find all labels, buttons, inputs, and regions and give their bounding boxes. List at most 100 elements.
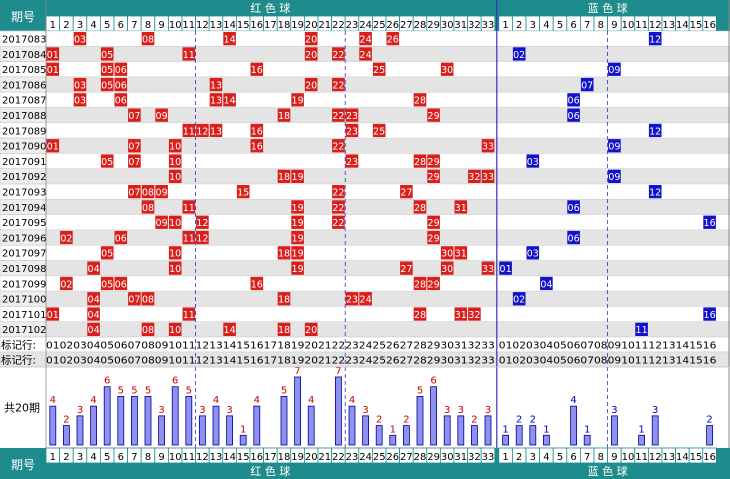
blue-number-header-footer: 2 bbox=[516, 452, 522, 463]
red-ball-number: 03 bbox=[74, 35, 86, 46]
red-frequency-label: 4 bbox=[90, 395, 96, 406]
red-frequency-bar bbox=[402, 425, 410, 446]
red-ball-number: 16 bbox=[251, 65, 263, 76]
red-ball-number: 10 bbox=[169, 249, 181, 260]
red-ball-number: 30 bbox=[441, 264, 453, 275]
red-ball-number: 10 bbox=[169, 157, 181, 168]
period-number: 2017088 bbox=[2, 111, 47, 122]
red-ball-number: 04 bbox=[88, 325, 100, 336]
period-number: 2017100 bbox=[2, 295, 47, 306]
period-number: 2017090 bbox=[2, 142, 47, 153]
red-ball-number: 22 bbox=[332, 218, 344, 229]
red-ball-number: 23 bbox=[346, 111, 358, 122]
red-ball-number: 22 bbox=[332, 80, 344, 91]
red-number-header-footer: 30 bbox=[441, 452, 454, 463]
blue-frequency-bar bbox=[706, 425, 713, 446]
red-frequency-label: 4 bbox=[50, 395, 56, 406]
draw-row bbox=[0, 229, 730, 246]
blue-ball-number: 06 bbox=[568, 111, 580, 122]
red-ball-number: 16 bbox=[251, 126, 263, 137]
blue-number-header-footer: 1 bbox=[502, 452, 508, 463]
red-ball-number: 20 bbox=[305, 80, 317, 91]
red-number-header-footer: 5 bbox=[104, 452, 110, 463]
red-ball-number: 01 bbox=[47, 142, 59, 153]
red-ball-number: 14 bbox=[224, 96, 236, 107]
red-ball-number: 19 bbox=[292, 249, 304, 260]
draw-row bbox=[0, 214, 730, 230]
red-number-header: 13 bbox=[210, 20, 223, 31]
red-ball-number: 19 bbox=[292, 233, 304, 244]
red-ball-number: 06 bbox=[115, 279, 127, 290]
period-number: 2017091 bbox=[2, 157, 47, 168]
blue-ball-number: 06 bbox=[568, 233, 580, 244]
blue-ball-number: 16 bbox=[704, 310, 716, 321]
red-frequency-label: 4 bbox=[308, 395, 314, 406]
red-number-header-footer: 21 bbox=[318, 452, 331, 463]
red-frequency-label: 3 bbox=[199, 405, 205, 416]
blue-number-header: 9 bbox=[611, 20, 617, 31]
red-frequency-bar bbox=[90, 405, 97, 446]
draw-row bbox=[0, 92, 730, 108]
blue-frequency-bar bbox=[583, 434, 591, 446]
period-number: 2017095 bbox=[2, 218, 47, 229]
marker-row-label: 标记行: bbox=[1, 354, 36, 367]
draw-row bbox=[0, 306, 730, 322]
blue-frequency-bar bbox=[638, 434, 645, 446]
blue-frequency-label: 1 bbox=[638, 424, 644, 435]
draw-row bbox=[0, 260, 730, 276]
blue-ball-number: 07 bbox=[581, 80, 593, 91]
red-ball-number: 28 bbox=[414, 157, 426, 168]
period-number: 2017087 bbox=[2, 96, 47, 107]
red-ball-number: 04 bbox=[88, 295, 100, 306]
red-ball-number: 10 bbox=[169, 264, 181, 275]
red-frequency-label: 6 bbox=[172, 376, 178, 387]
blue-number-header: 7 bbox=[584, 20, 590, 31]
red-frequency-label: 4 bbox=[213, 395, 219, 406]
chart-title: 共20期 bbox=[4, 402, 40, 415]
red-ball-number: 20 bbox=[305, 325, 317, 336]
blue-number-header-footer: 4 bbox=[543, 452, 549, 463]
draw-row bbox=[0, 107, 730, 123]
red-ball-number: 16 bbox=[251, 279, 263, 290]
period-number: 2017096 bbox=[2, 233, 47, 244]
red-ball-number: 06 bbox=[115, 65, 127, 76]
red-ball-number: 18 bbox=[278, 249, 290, 260]
red-ball-number: 12 bbox=[196, 218, 208, 229]
blue-number-header: 5 bbox=[557, 20, 563, 31]
red-frequency-bar bbox=[253, 405, 261, 446]
blue-number-header: 1 bbox=[502, 20, 508, 31]
red-ball-title-footer: 红 色 球 bbox=[250, 464, 290, 478]
blue-number-header-footer: 9 bbox=[611, 452, 617, 463]
red-ball-number: 20 bbox=[305, 35, 317, 46]
red-ball-number: 31 bbox=[455, 249, 467, 260]
red-ball-number: 09 bbox=[156, 111, 168, 122]
blue-number-header-footer: 3 bbox=[530, 452, 536, 463]
red-number-header-footer: 1 bbox=[50, 452, 56, 463]
red-frequency-label: 4 bbox=[349, 395, 355, 406]
red-ball-number: 03 bbox=[74, 80, 86, 91]
red-frequency-bar bbox=[362, 415, 370, 446]
red-number-header-footer: 9 bbox=[158, 452, 164, 463]
blue-number-header-footer: 15 bbox=[690, 452, 703, 463]
red-ball-number: 07 bbox=[128, 157, 140, 168]
blue-number-header-footer: 8 bbox=[598, 452, 604, 463]
period-number: 2017098 bbox=[2, 264, 47, 275]
red-number-header-footer: 8 bbox=[145, 452, 151, 463]
blue-frequency-bar bbox=[570, 405, 577, 446]
red-frequency-label: 3 bbox=[485, 405, 491, 416]
blue-ball-number: 03 bbox=[527, 249, 539, 260]
red-ball-number: 18 bbox=[278, 295, 290, 306]
blue-number-header: 15 bbox=[690, 20, 703, 31]
blue-number-header: 8 bbox=[598, 20, 604, 31]
red-number-header-footer: 7 bbox=[131, 452, 137, 463]
red-ball-number: 26 bbox=[387, 35, 399, 46]
red-ball-title: 红 色 球 bbox=[250, 1, 290, 15]
red-frequency-bar bbox=[484, 415, 492, 446]
red-ball-number: 07 bbox=[128, 188, 140, 199]
blue-frequency-bar bbox=[529, 425, 537, 446]
red-number-header: 1 bbox=[50, 20, 56, 31]
blue-frequency-bar bbox=[502, 434, 510, 446]
blue-number-header-footer: 13 bbox=[662, 452, 675, 463]
red-frequency-bar bbox=[307, 405, 315, 446]
blue-ball-title: 蓝 色 球 bbox=[588, 1, 628, 15]
